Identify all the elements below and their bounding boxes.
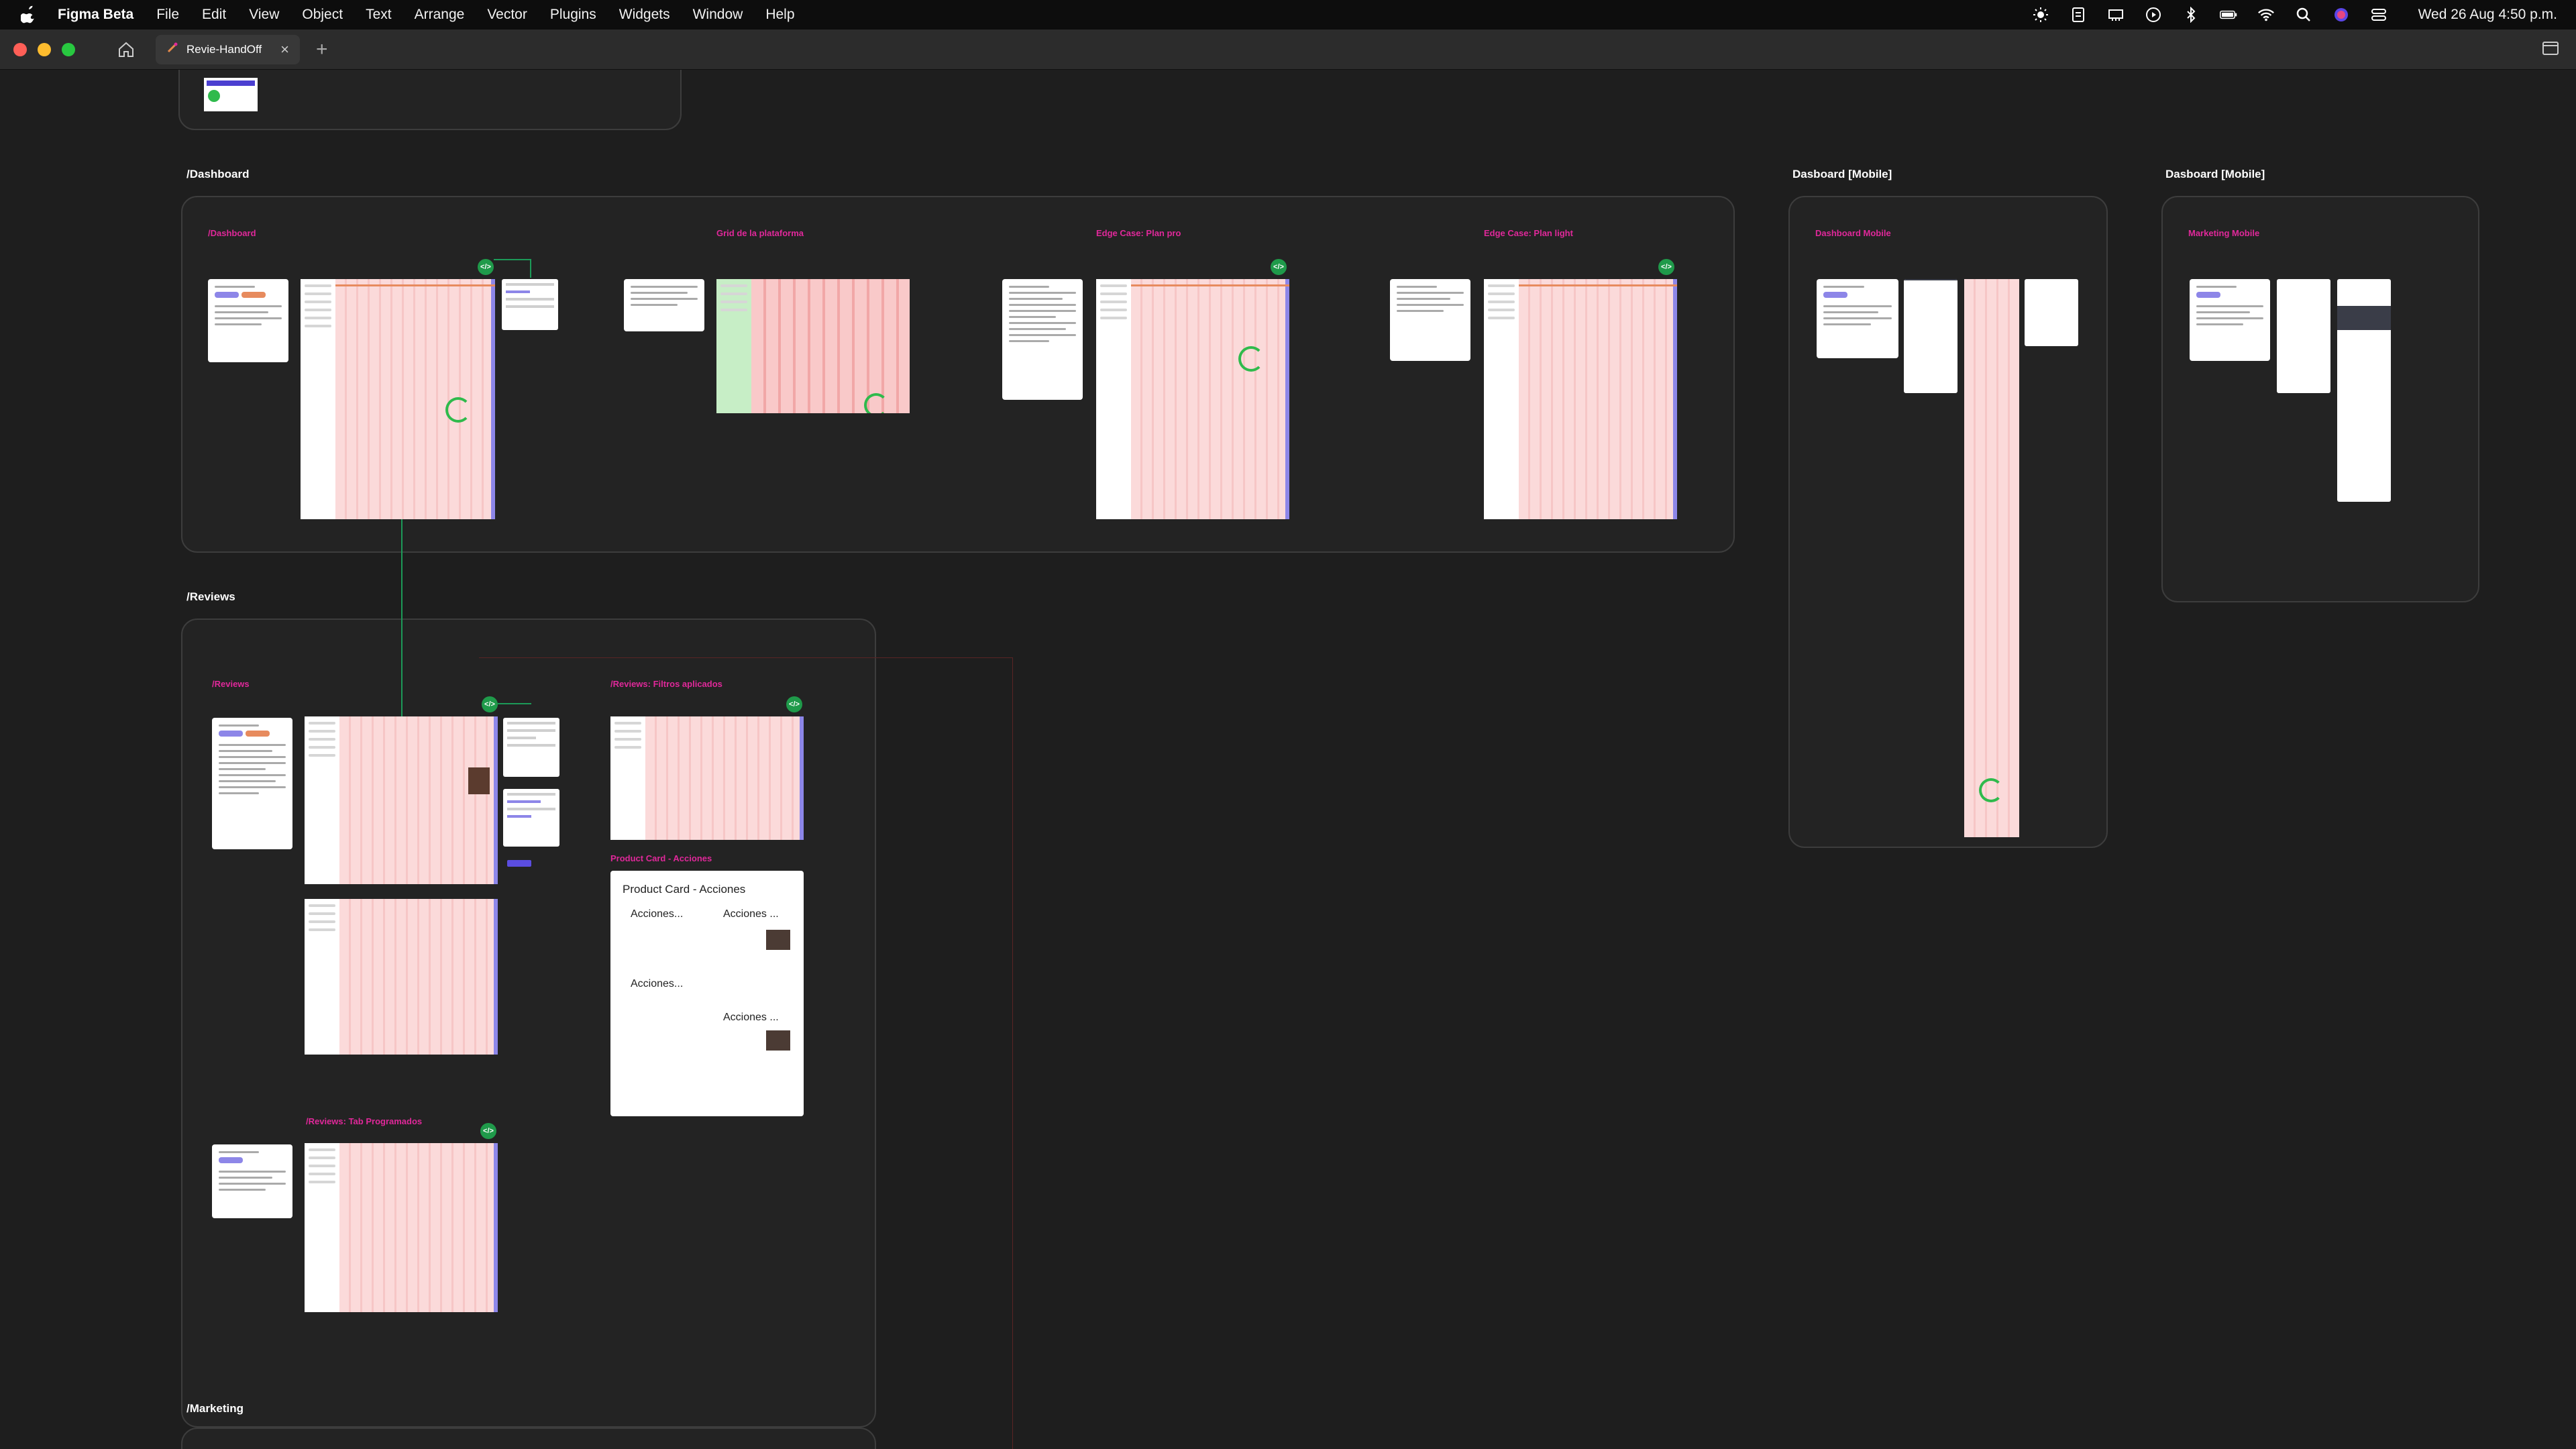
dashboard-screen-frame[interactable]	[301, 279, 495, 519]
brightness-icon[interactable]	[2032, 6, 2049, 23]
section-top-partial[interactable]	[178, 70, 682, 130]
reviews-screen-frame[interactable]	[305, 716, 498, 884]
menu-plugins[interactable]: Plugins	[550, 7, 596, 23]
sticky-note[interactable]	[1390, 279, 1470, 361]
dev-mode-code-icon[interactable]: </>	[478, 259, 494, 275]
edge-pro-screen-frame[interactable]	[1096, 279, 1289, 519]
mobile-menu-frame[interactable]	[2277, 279, 2330, 393]
dev-mode-code-icon[interactable]: </>	[786, 696, 802, 712]
menu-text[interactable]: Text	[366, 7, 392, 23]
minimize-window-button[interactable]	[38, 42, 51, 56]
menu-vector[interactable]: Vector	[487, 7, 527, 23]
zoom-window-button[interactable]	[62, 42, 75, 56]
dev-mode-code-icon[interactable]: </>	[1271, 259, 1287, 275]
mobile-dashboard-frame[interactable]	[1964, 279, 2019, 837]
menu-file[interactable]: File	[156, 7, 179, 23]
section-title-marketing[interactable]: /Marketing	[186, 1402, 244, 1415]
menu-window[interactable]: Window	[693, 7, 743, 23]
frame-label-dashboard[interactable]: /Dashboard	[208, 228, 256, 238]
sticky-note[interactable]	[1817, 279, 1898, 358]
section-title-dashboard[interactable]: /Dashboard	[186, 168, 250, 181]
mobile-marketing-frame[interactable]	[2337, 279, 2391, 502]
figma-tabbar: Revie-HandOff × +	[0, 30, 2576, 70]
component-card[interactable]	[503, 789, 559, 847]
product-thumbnail	[766, 1030, 790, 1051]
frame-label-reviews[interactable]: /Reviews	[212, 679, 250, 689]
edge-light-screen-frame[interactable]	[1484, 279, 1677, 519]
close-tab-icon[interactable]: ×	[280, 41, 289, 58]
status-icons: Wed 26 Aug 4:50 p.m.	[2032, 6, 2557, 23]
app-name-menu[interactable]: Figma Beta	[58, 7, 133, 23]
frame-label-dashboard-mobile[interactable]: Dashboard Mobile	[1815, 228, 1891, 238]
product-card-frame[interactable]: Product Card - Acciones Acciones... Acci…	[610, 871, 804, 1116]
bluetooth-icon[interactable]	[2182, 6, 2200, 23]
acciones-item[interactable]: Acciones ...	[723, 908, 779, 920]
siri-icon[interactable]	[2332, 6, 2350, 23]
menu-object[interactable]: Object	[302, 7, 343, 23]
grid-screen-frame[interactable]	[716, 279, 910, 413]
menu-edit[interactable]: Edit	[202, 7, 226, 23]
thumbnail-frame[interactable]	[204, 78, 258, 111]
acciones-item[interactable]: Acciones ...	[723, 1012, 779, 1024]
figma-file-icon	[166, 42, 178, 57]
connector-line	[498, 703, 531, 704]
reviews-filters-screen-frame[interactable]	[610, 716, 804, 840]
battery-icon[interactable]	[2219, 6, 2237, 23]
file-tab[interactable]: Revie-HandOff ×	[156, 34, 300, 64]
memory-icon[interactable]	[2107, 6, 2125, 23]
frame-label-edge-pro[interactable]: Edge Case: Plan pro	[1096, 228, 1181, 238]
menubar-clock[interactable]: Wed 26 Aug 4:50 p.m.	[2418, 7, 2557, 23]
apple-icon[interactable]	[19, 3, 39, 26]
dev-mode-code-icon[interactable]: </>	[482, 696, 498, 712]
menu-help[interactable]: Help	[765, 7, 794, 23]
menu-widgets[interactable]: Widgets	[619, 7, 670, 23]
menu-view[interactable]: View	[249, 7, 279, 23]
sidebar-toggle-icon[interactable]	[2541, 39, 2563, 60]
sticky-note[interactable]	[1002, 279, 1083, 400]
control-center-icon[interactable]	[2370, 6, 2387, 23]
new-tab-button[interactable]: +	[316, 38, 328, 61]
dev-mode-code-icon[interactable]: </>	[1658, 259, 1674, 275]
frame-label-grid[interactable]: Grid de la plataforma	[716, 228, 804, 238]
product-card-title: Product Card - Acciones	[623, 883, 746, 896]
section-dashboard-mobile-2[interactable]	[2161, 196, 2479, 602]
frame-label-reviews-tab[interactable]: /Reviews: Tab Programados	[306, 1116, 422, 1126]
dev-mode-code-icon[interactable]: </>	[480, 1123, 496, 1139]
product-thumbnail	[766, 930, 790, 950]
chip-badge[interactable]	[507, 860, 531, 867]
search-icon[interactable]	[2295, 6, 2312, 23]
sticky-note[interactable]	[2190, 279, 2270, 361]
play-circle-icon[interactable]	[2145, 6, 2162, 23]
acciones-item[interactable]: Acciones...	[631, 908, 683, 920]
sticky-note[interactable]	[208, 279, 288, 362]
connector-line	[530, 259, 531, 278]
section-title-dashboard-mobile-2[interactable]: Dasboard [Mobile]	[2165, 168, 2265, 181]
acciones-item[interactable]: Acciones...	[631, 978, 683, 990]
sticky-note[interactable]	[624, 279, 704, 331]
frame-label-product-card[interactable]: Product Card - Acciones	[610, 853, 712, 863]
file-tab-title: Revie-HandOff	[186, 42, 262, 56]
close-window-button[interactable]	[13, 42, 27, 56]
home-icon[interactable]	[113, 36, 140, 63]
section-title-dashboard-mobile-1[interactable]: Dasboard [Mobile]	[1792, 168, 1892, 181]
macos-menubar: Figma Beta File Edit View Object Text Ar…	[0, 0, 2576, 30]
connector-line	[494, 259, 531, 260]
wifi-icon[interactable]	[2257, 6, 2275, 23]
frame-label-edge-light[interactable]: Edge Case: Plan light	[1484, 228, 1573, 238]
figma-canvas[interactable]: /Dashboard /Dashboard Grid de la platafo…	[0, 70, 2576, 1449]
section-title-reviews[interactable]: /Reviews	[186, 590, 235, 604]
menu-arrange[interactable]: Arrange	[415, 7, 465, 23]
document-icon[interactable]	[2070, 6, 2087, 23]
frame-label-reviews-filters[interactable]: /Reviews: Filtros aplicados	[610, 679, 722, 689]
mobile-notification-frame[interactable]	[2025, 279, 2078, 346]
frame-label-marketing-mobile[interactable]: Marketing Mobile	[2188, 228, 2259, 238]
reviews-alt-screen-frame[interactable]	[305, 899, 498, 1055]
sticky-note[interactable]	[212, 1144, 292, 1218]
section-marketing[interactable]	[181, 1428, 876, 1449]
component-card[interactable]	[502, 279, 558, 330]
sticky-note[interactable]	[212, 718, 292, 849]
component-card[interactable]	[503, 718, 559, 777]
mobile-menu-frame[interactable]	[1904, 279, 1957, 393]
reviews-tab-screen-frame[interactable]	[305, 1143, 498, 1312]
